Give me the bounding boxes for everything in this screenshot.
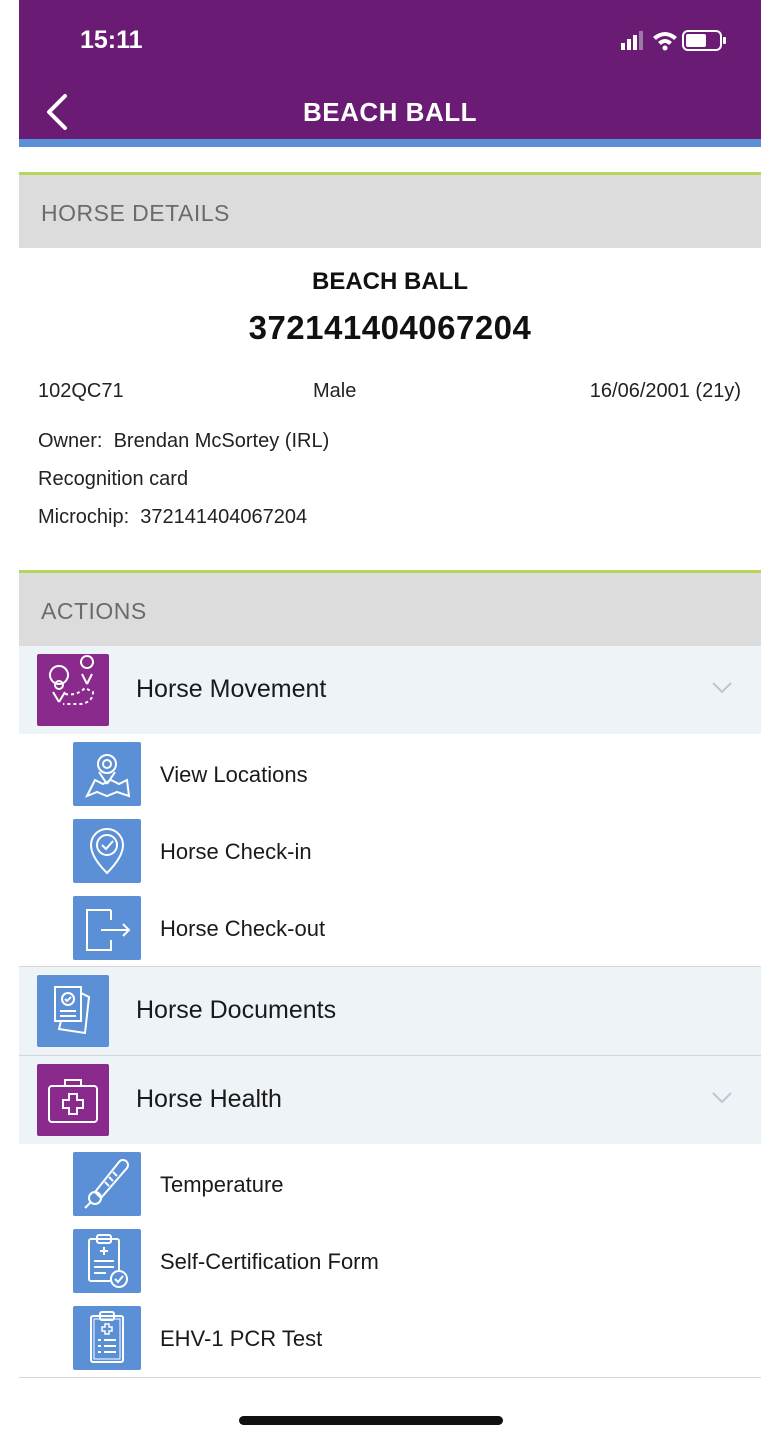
owner-row: Owner: Brendan McSortey (IRL)	[38, 430, 329, 453]
exit-icon	[73, 896, 141, 960]
thermometer-icon	[73, 1152, 141, 1216]
action-ehv1-pcr-test[interactable]: EHV-1 PCR Test	[19, 1300, 761, 1376]
documents-icon	[37, 975, 109, 1047]
action-temperature[interactable]: Temperature	[19, 1146, 761, 1222]
page-title: BEACH BALL	[303, 97, 477, 127]
action-label: View Locations	[160, 762, 308, 787]
signal-wifi-battery-icon	[621, 30, 726, 51]
microchip-value: 372141404067204	[140, 506, 308, 528]
divider	[19, 1377, 761, 1378]
certified-form-icon	[73, 1229, 141, 1293]
action-label: EHV-1 PCR Test	[160, 1326, 323, 1351]
status-icons	[621, 28, 731, 52]
chevron-down-icon	[712, 682, 732, 694]
owner-label: Owner:	[38, 430, 103, 452]
horse-dob: 16/06/2001 (21y)	[589, 380, 741, 402]
home-indicator[interactable]	[239, 1416, 503, 1425]
microchip-row: Microchip: 372141404067204	[38, 506, 307, 529]
action-label: Temperature	[160, 1172, 284, 1197]
owner-value: Brendan McSortey (IRL)	[113, 430, 330, 452]
horse-sex: Male	[313, 380, 357, 402]
action-label: Horse Check-out	[160, 916, 326, 941]
group-label: Horse Movement	[136, 675, 327, 703]
action-horse-check-in[interactable]: Horse Check-in	[19, 813, 761, 889]
action-label: Horse Check-in	[160, 839, 312, 864]
location-route-icon	[37, 654, 109, 726]
chevron-down-icon	[712, 1092, 732, 1104]
action-self-certification-form[interactable]: Self-Certification Form	[19, 1223, 761, 1299]
action-view-locations[interactable]: View Locations	[19, 736, 761, 812]
status-time: 15:11	[80, 26, 143, 54]
section-title: HORSE DETAILS	[41, 200, 230, 226]
group-horse-health[interactable]: Horse Health	[19, 1056, 761, 1144]
section-title: ACTIONS	[41, 598, 147, 624]
group-horse-movement[interactable]: Horse Movement	[19, 646, 761, 734]
section-header-actions: ACTIONS	[19, 570, 761, 646]
group-horse-documents[interactable]: Horse Documents	[19, 967, 761, 1055]
map-pin-icon	[73, 742, 141, 806]
check-pin-icon	[73, 819, 141, 883]
group-label: Horse Health	[136, 1085, 282, 1113]
header-accent-line	[19, 139, 761, 147]
app-header: 15:11 BEACH BALL	[19, 0, 761, 139]
clipboard-medical-icon	[73, 1306, 141, 1370]
recognition-card-link[interactable]: Recognition card	[38, 468, 188, 491]
action-label: Self-Certification Form	[160, 1249, 379, 1274]
horse-name: BEACH BALL	[312, 268, 468, 295]
microchip-label: Microchip:	[38, 506, 130, 528]
screen: 15:11 BEACH BALL HORSE DETAILS BEACH BAL…	[19, 0, 761, 1440]
horse-code: 102QC71	[38, 380, 124, 402]
group-label: Horse Documents	[136, 996, 337, 1024]
horse-ueln: 372141404067204	[248, 309, 532, 346]
action-horse-check-out[interactable]: Horse Check-out	[19, 890, 761, 966]
section-header-horse-details: HORSE DETAILS	[19, 172, 761, 248]
medical-kit-icon	[37, 1064, 109, 1136]
